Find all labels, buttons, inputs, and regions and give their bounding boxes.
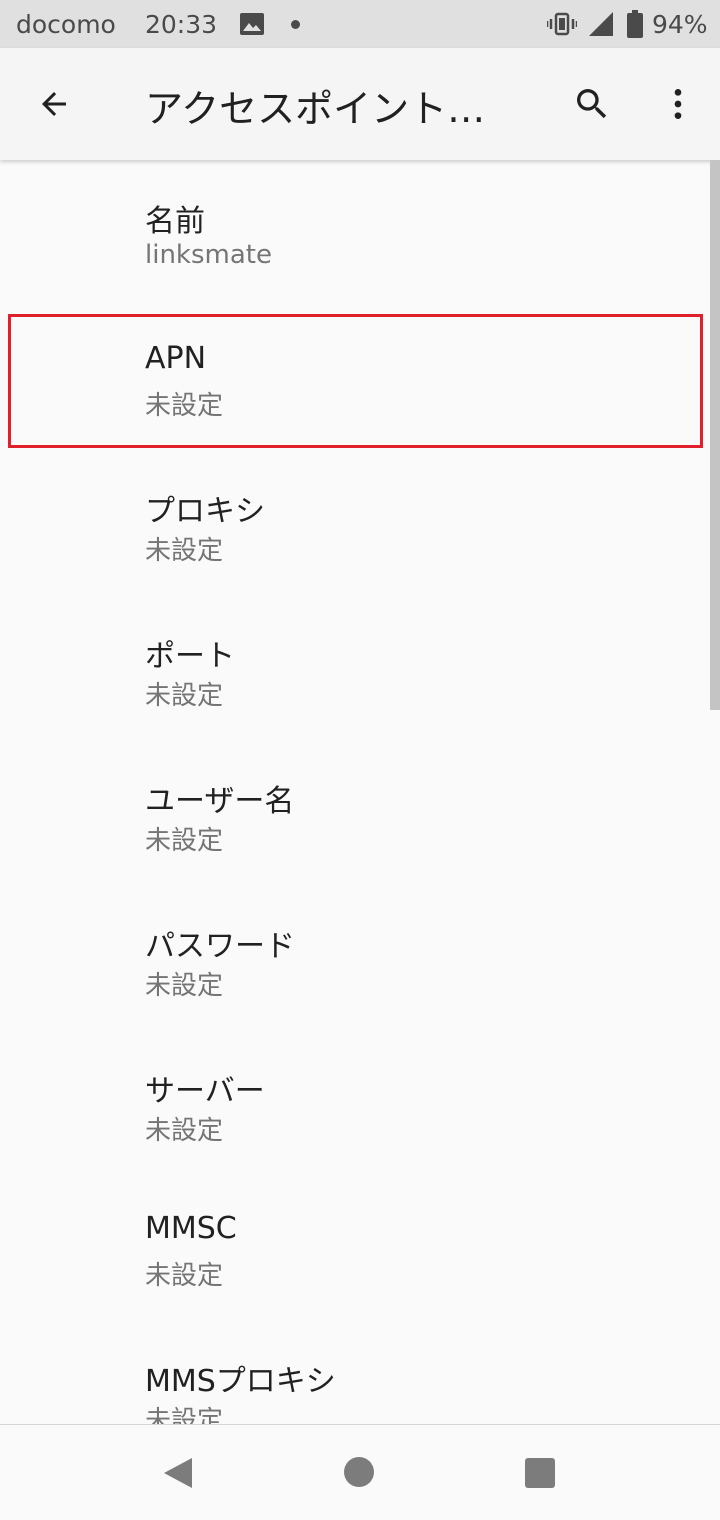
- list-item-mms-proxy[interactable]: MMSプロキシ 未設定: [0, 1320, 720, 1425]
- item-title: MMSC: [145, 1211, 237, 1246]
- nav-back-icon[interactable]: [158, 1453, 198, 1493]
- back-arrow-icon: [42, 92, 66, 116]
- item-title: ユーザー名: [145, 784, 295, 819]
- item-title: 名前: [145, 204, 205, 239]
- list-item-username[interactable]: ユーザー名 未設定: [0, 740, 720, 885]
- nav-home-icon[interactable]: [344, 1457, 374, 1487]
- item-title: パスワード: [145, 929, 295, 964]
- item-title: APN: [145, 341, 207, 376]
- item-summary: 未設定: [145, 1406, 224, 1425]
- item-summary: 未設定: [145, 971, 224, 1001]
- search-button[interactable]: [564, 76, 620, 132]
- vibrate-icon: [547, 12, 577, 36]
- list-item-name[interactable]: 名前 linksmate: [0, 160, 720, 305]
- carrier-name: docomo: [16, 10, 116, 39]
- back-button[interactable]: [26, 76, 82, 132]
- page-title: アクセスポイント…: [145, 87, 486, 131]
- screen: docomo 20:33 94% アクセスポイント… 名前 linksmate …: [0, 0, 720, 1520]
- item-title: MMSプロキシ: [145, 1364, 336, 1399]
- more-vert-icon: [674, 89, 682, 119]
- item-summary: 未設定: [145, 1261, 224, 1291]
- list-item-password[interactable]: パスワード 未設定: [0, 885, 720, 1030]
- nav-recents-icon[interactable]: [525, 1458, 555, 1488]
- battery-percent: 94%: [652, 10, 708, 39]
- search-icon: [577, 89, 607, 119]
- navigation-bar: [0, 1424, 720, 1520]
- item-summary: 未設定: [145, 826, 224, 856]
- status-bar: docomo 20:33 94%: [0, 0, 720, 48]
- list-item-mmsc[interactable]: MMSC 未設定: [0, 1175, 720, 1320]
- item-summary: 未設定: [145, 536, 224, 566]
- notification-dot-icon: [291, 20, 300, 29]
- list-item-port[interactable]: ポート 未設定: [0, 595, 720, 740]
- list-item-server[interactable]: サーバー 未設定: [0, 1030, 720, 1175]
- item-title: サーバー: [145, 1074, 265, 1109]
- item-summary: 未設定: [145, 681, 224, 711]
- app-bar: アクセスポイント…: [0, 48, 720, 160]
- status-time: 20:33: [145, 10, 218, 39]
- list-item-proxy[interactable]: プロキシ 未設定: [0, 450, 720, 595]
- list-item-apn[interactable]: APN 未設定: [0, 305, 720, 450]
- item-title: ポート: [145, 639, 235, 674]
- signal-icon: [589, 12, 613, 36]
- apn-settings-list: 名前 linksmate APN 未設定 プロキシ 未設定 ポート 未設定 ユー…: [0, 160, 720, 1425]
- more-options-button[interactable]: [650, 76, 706, 132]
- item-summary: 未設定: [145, 391, 224, 421]
- item-summary: 未設定: [145, 1116, 224, 1146]
- gallery-icon: [240, 13, 264, 35]
- item-title: プロキシ: [145, 494, 265, 529]
- scrollbar[interactable]: [710, 160, 720, 710]
- item-summary: linksmate: [145, 240, 272, 270]
- battery-icon: [627, 10, 643, 38]
